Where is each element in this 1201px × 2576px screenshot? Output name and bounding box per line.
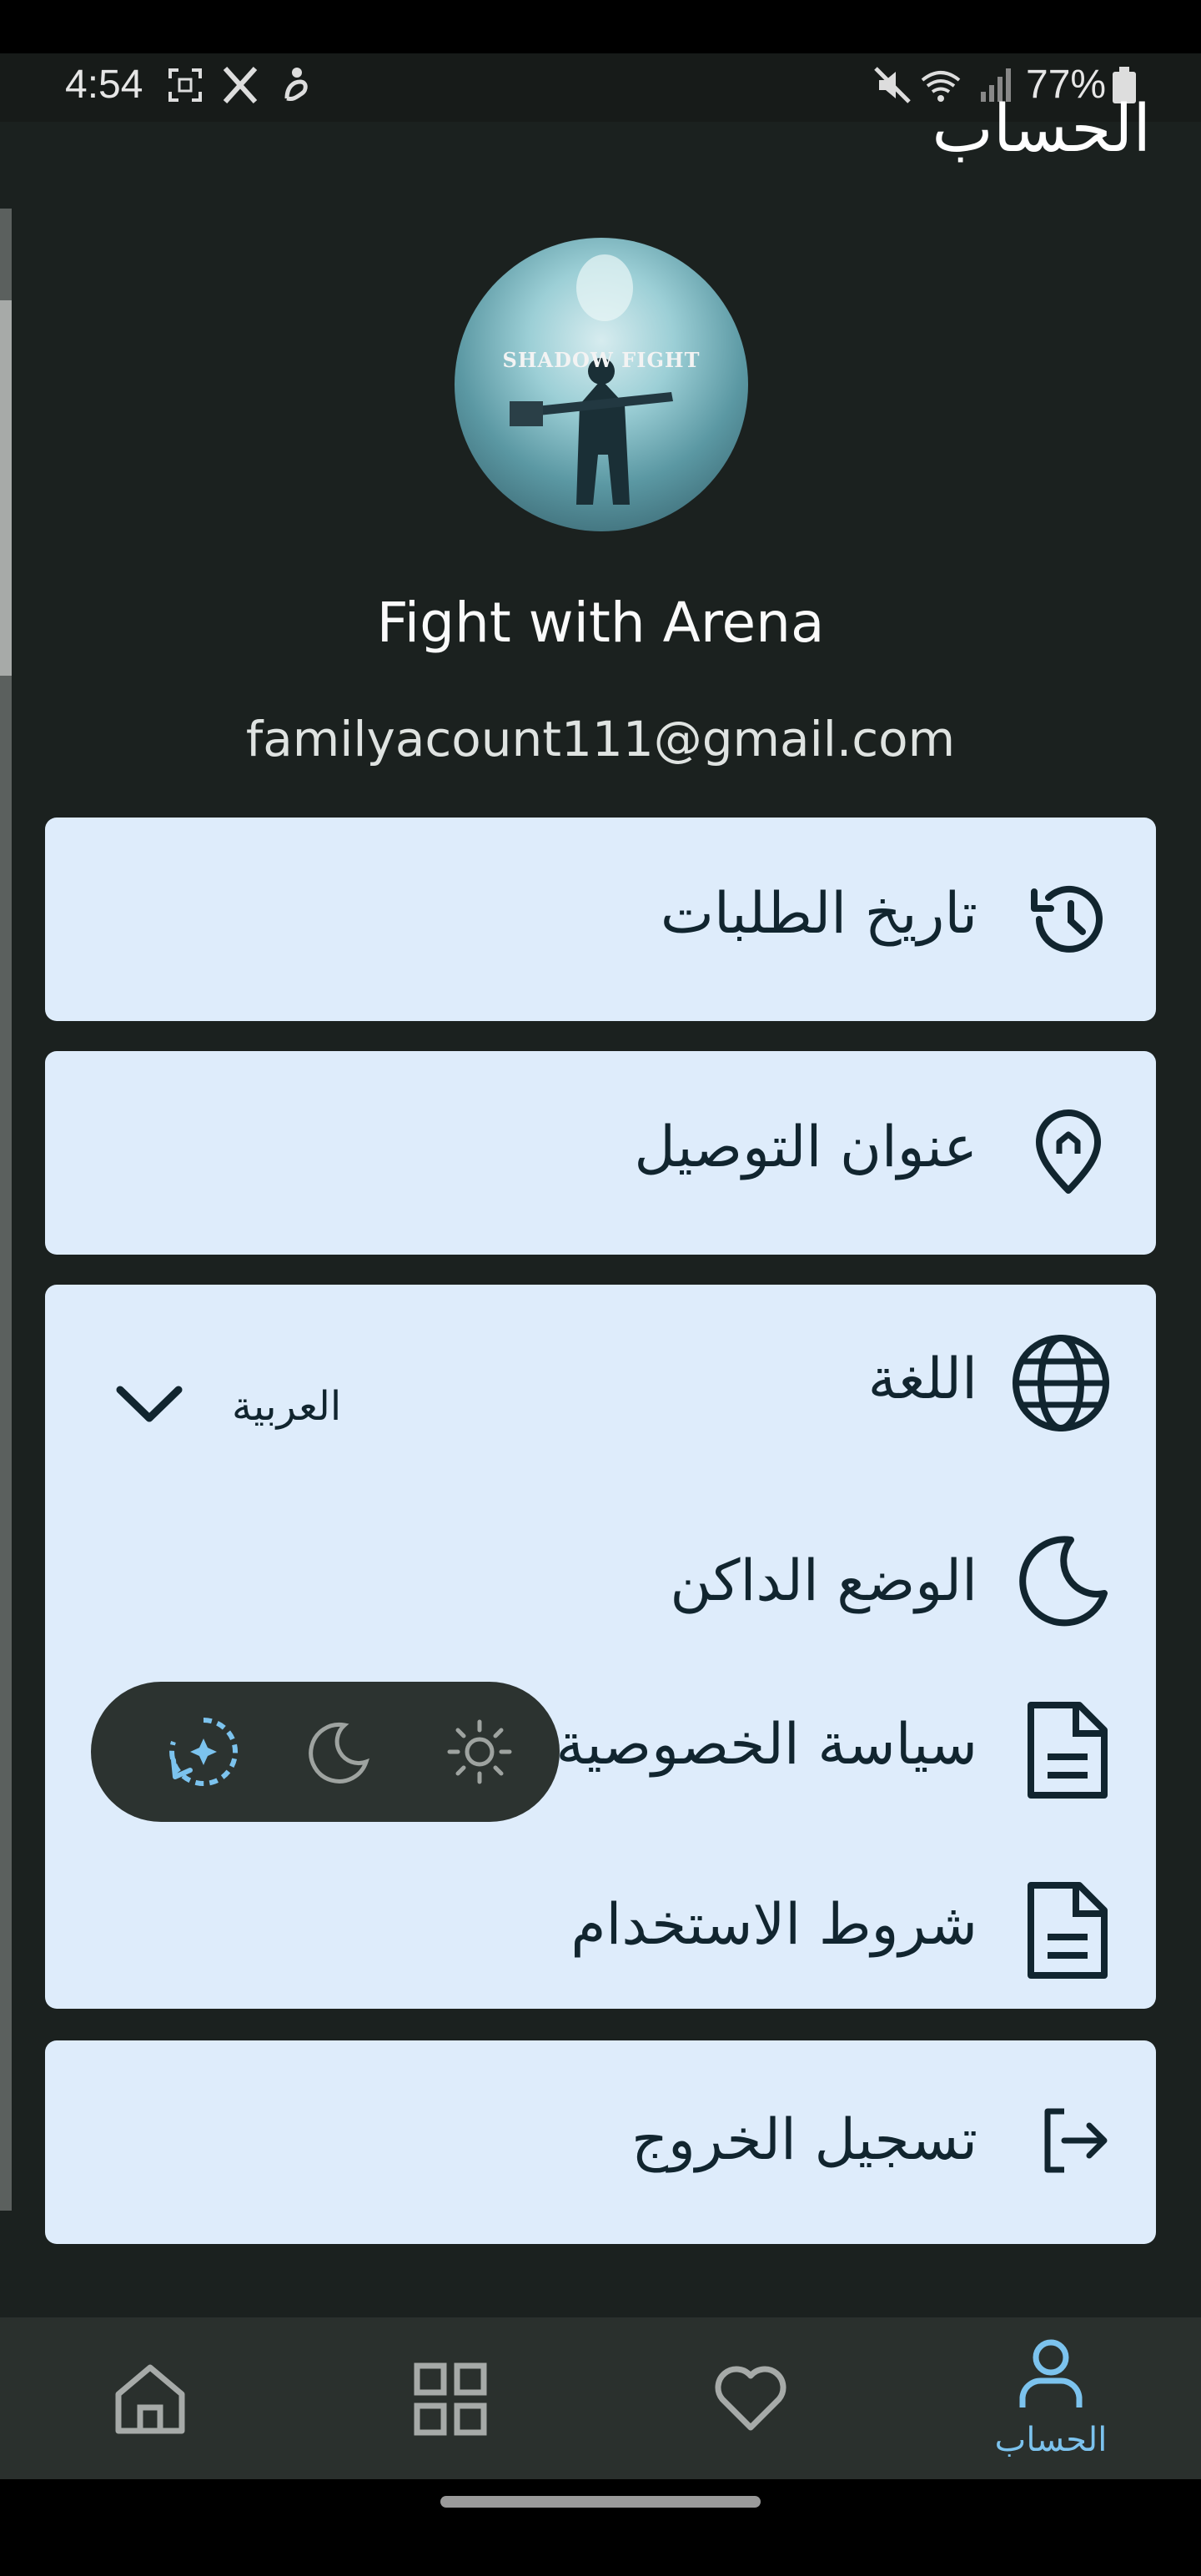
settings-card: اللغة العربية الوضع الداكن سياسة الخصوصي… <box>45 1285 1156 2009</box>
gesture-area <box>0 2479 1201 2576</box>
delivery-address-card[interactable]: عنوان التوصيل <box>45 1051 1156 1255</box>
page-title: الحساب <box>932 97 1151 167</box>
clock: 4:54 <box>65 63 143 107</box>
terms-of-use-row[interactable]: شروط الاستخدام <box>45 1845 1156 2012</box>
accessibility-icon <box>284 68 308 101</box>
gesture-bar[interactable] <box>440 2496 761 2508</box>
profile-name: Fight with Arena <box>376 591 825 655</box>
language-value[interactable]: العربية <box>232 1383 341 1430</box>
favorites-icon <box>715 2366 786 2431</box>
bottom-navigation: الحساب <box>0 2317 1201 2479</box>
order-history-card[interactable]: تاريخ الطلبات <box>45 818 1156 1021</box>
dark-mode-label: الوضع الداكن <box>670 1548 977 1614</box>
order-history-row[interactable]: تاريخ الطلبات <box>45 836 1156 1003</box>
avatar-artwork-icon <box>510 254 673 505</box>
document-icon <box>1024 1698 1111 1802</box>
profile-email: familyacount111@gmail.com <box>245 711 956 767</box>
categories-icon <box>414 2362 487 2436</box>
document-icon <box>1024 1879 1111 1982</box>
globe-icon <box>1009 1331 1113 1435</box>
terms-of-use-label: شروط الاستخدام <box>570 1892 977 1958</box>
dark-mode-row: الوضع الداكن <box>45 1477 1156 1822</box>
location-pin-icon <box>1023 1107 1114 1199</box>
home-icon <box>115 2364 185 2434</box>
chevron-down-icon[interactable] <box>112 1366 187 1441</box>
avatar[interactable]: SHADOW FIGHT <box>455 238 748 531</box>
nav-home[interactable] <box>0 2317 300 2479</box>
screenshot-icon <box>168 68 202 102</box>
nav-categories[interactable] <box>300 2317 600 2479</box>
language-label: اللغة <box>867 1346 977 1412</box>
nav-account-label: الحساب <box>994 2421 1108 2459</box>
logout-icon <box>1039 2105 1111 2176</box>
x-logo-icon <box>223 66 258 104</box>
nav-account[interactable]: الحساب <box>901 2317 1201 2479</box>
nav-favorites[interactable] <box>600 2317 901 2479</box>
order-history-label: تاريخ الطلبات <box>660 881 977 947</box>
logout-row[interactable]: تسجيل الخروج <box>45 2059 1156 2226</box>
mute-icon <box>874 67 911 103</box>
logout-label: تسجيل الخروج <box>631 2107 977 2173</box>
history-icon <box>1023 873 1114 965</box>
moon-icon <box>1013 1532 1113 1632</box>
language-row[interactable]: اللغة العربية <box>45 1301 1156 1468</box>
account-icon <box>1019 2339 1083 2407</box>
delivery-address-label: عنوان التوصيل <box>634 1114 977 1180</box>
privacy-policy-label: سياسة الخصوصية <box>555 1712 977 1778</box>
privacy-policy-row[interactable]: سياسة الخصوصية <box>45 1665 1156 1832</box>
delivery-address-row[interactable]: عنوان التوصيل <box>45 1069 1156 1236</box>
logout-card[interactable]: تسجيل الخروج <box>45 2040 1156 2244</box>
avatar-text: SHADOW FIGHT <box>502 348 701 372</box>
